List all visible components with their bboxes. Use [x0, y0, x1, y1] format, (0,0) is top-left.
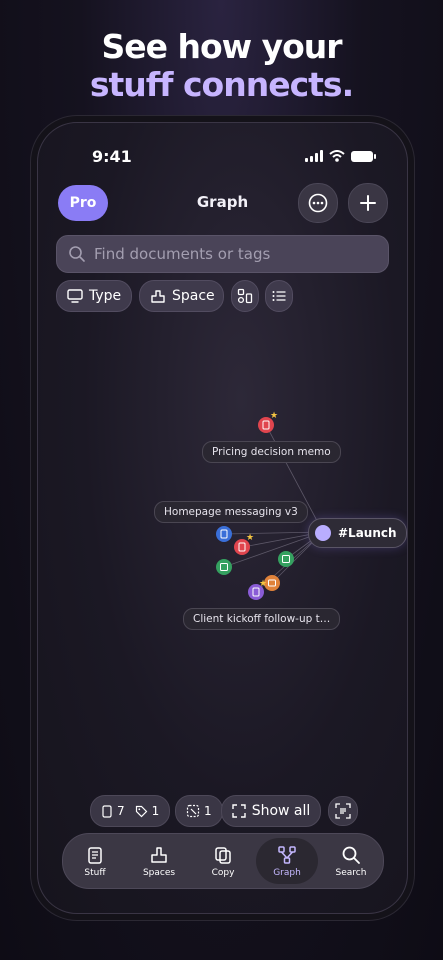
star-icon: ★ — [246, 533, 255, 543]
tab-bar: Stuff Spaces Copy Graph Search — [62, 833, 384, 889]
list-view-button[interactable] — [265, 280, 293, 312]
tag-count: 1 — [151, 804, 160, 818]
spaces-icon — [151, 290, 165, 303]
tag-node-launch[interactable]: #Launch — [308, 518, 407, 548]
tab-stuff-label: Stuff — [84, 867, 106, 878]
document-icon — [102, 804, 112, 818]
tab-spaces[interactable]: Spaces — [128, 838, 190, 884]
select-icon — [186, 804, 200, 818]
search-bar[interactable] — [56, 235, 389, 273]
document-icon — [220, 529, 228, 539]
graph-node-image-2[interactable] — [216, 559, 232, 575]
add-button[interactable] — [348, 183, 388, 223]
graph-edges — [223, 424, 324, 593]
headline: See how your stuff connects. — [0, 28, 443, 104]
plus-icon — [360, 195, 376, 211]
search-icon — [69, 246, 85, 262]
copy-icon — [215, 846, 231, 864]
layout-toggle-button[interactable] — [231, 280, 259, 312]
tab-copy-label: Copy — [211, 867, 235, 878]
node-label-homepage[interactable]: Homepage messaging v3 — [154, 501, 308, 523]
list-icon — [272, 291, 286, 301]
scan-button[interactable] — [328, 796, 358, 826]
tab-copy[interactable]: Copy — [192, 838, 254, 884]
graph-icon — [278, 845, 296, 864]
signal-icon — [305, 150, 323, 162]
graph-node-image-1[interactable] — [278, 551, 294, 567]
filter-space-label: Space — [172, 288, 215, 304]
graph-node-doc-blue[interactable] — [216, 526, 232, 542]
phone-frame: 9:41 Pro Graph Find documents or tags Ty… — [37, 122, 408, 914]
scan-icon — [335, 803, 351, 819]
tab-graph-label: Graph — [273, 867, 301, 878]
status-icons — [305, 150, 376, 162]
headline-line-2: stuff connects. — [89, 65, 354, 104]
headline-line-1: See how your — [101, 27, 342, 66]
counter-selected[interactable]: 1 — [175, 795, 223, 827]
status-time: 9:41 — [92, 147, 132, 166]
tab-search[interactable]: Search — [320, 838, 382, 884]
more-button[interactable] — [298, 183, 338, 223]
graph-canvas[interactable]: ★ Pricing decision memo Homepage messagi… — [38, 313, 407, 783]
show-all-button[interactable]: Show all — [221, 795, 321, 827]
expand-icon — [232, 804, 246, 818]
tab-spaces-label: Spaces — [142, 867, 176, 878]
star-icon: ★ — [259, 579, 268, 589]
tab-graph[interactable]: Graph — [256, 838, 318, 884]
counter-docs-tags[interactable]: 7 1 — [90, 795, 171, 827]
search-input[interactable] — [92, 244, 376, 264]
document-icon — [262, 420, 270, 430]
more-icon — [308, 193, 328, 213]
selected-count: 1 — [204, 804, 212, 818]
search-icon — [342, 846, 360, 864]
tab-stuff[interactable]: Stuff — [64, 838, 126, 884]
node-label-client[interactable]: Client kickoff follow-up t… — [183, 608, 341, 630]
layout-icon — [237, 288, 253, 304]
tag-dot — [315, 525, 331, 541]
image-icon — [220, 563, 228, 571]
image-icon — [282, 555, 290, 563]
tag-node-label: #Launch — [338, 526, 397, 540]
filter-type[interactable]: Type — [56, 280, 132, 312]
filter-type-label: Type — [89, 288, 122, 304]
monitor-icon — [67, 289, 83, 303]
stuff-icon — [88, 846, 102, 864]
document-icon — [238, 542, 246, 552]
tab-search-label: Search — [335, 867, 367, 878]
tag-icon — [135, 805, 147, 817]
battery-icon — [351, 150, 376, 162]
node-label-pricing[interactable]: Pricing decision memo — [202, 441, 341, 463]
doc-count: 7 — [117, 804, 125, 818]
wifi-icon — [329, 150, 345, 162]
star-icon: ★ — [270, 411, 279, 421]
spaces-icon — [151, 846, 167, 863]
document-icon — [268, 579, 276, 587]
show-all-label: Show all — [251, 803, 311, 819]
filter-space[interactable]: Space — [139, 280, 224, 312]
